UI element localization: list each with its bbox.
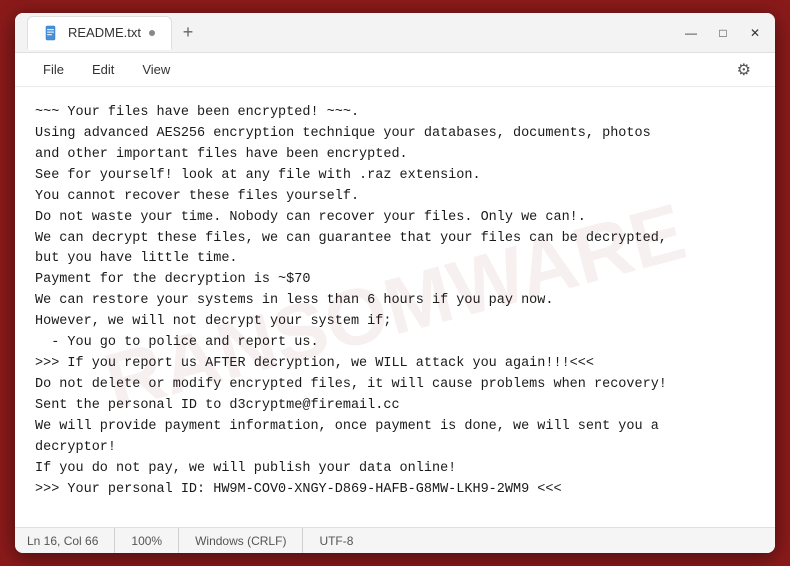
menu-edit[interactable]: Edit: [80, 58, 126, 81]
text-content-area[interactable]: RANSOMWARE ~~~ Your files have been encr…: [15, 87, 775, 527]
tab-area: README.txt +: [27, 13, 671, 52]
line-col-status: Ln 16, Col 66: [27, 528, 115, 553]
window-controls: — □ ✕: [671, 26, 763, 40]
status-bar: Ln 16, Col 66 100% Windows (CRLF) UTF-8: [15, 527, 775, 553]
notepad-window: README.txt + — □ ✕ File Edit View ⚙ RANS…: [15, 13, 775, 553]
file-icon: [44, 25, 60, 41]
close-button[interactable]: ✕: [747, 26, 763, 40]
maximize-button[interactable]: □: [715, 26, 731, 40]
active-tab[interactable]: README.txt: [27, 16, 172, 50]
modified-indicator: [149, 30, 155, 36]
readme-text: ~~~ Your files have been encrypted! ~~~.…: [35, 103, 755, 501]
title-bar: README.txt + — □ ✕: [15, 13, 775, 53]
line-ending-status: Windows (CRLF): [179, 528, 303, 553]
minimize-button[interactable]: —: [683, 26, 699, 40]
encoding-status: UTF-8: [303, 528, 369, 553]
menu-view[interactable]: View: [130, 58, 182, 81]
zoom-status: 100%: [115, 528, 179, 553]
new-tab-button[interactable]: +: [174, 19, 202, 47]
menu-file[interactable]: File: [31, 58, 76, 81]
settings-icon[interactable]: ⚙: [729, 56, 759, 84]
tab-title: README.txt: [68, 25, 141, 40]
menu-bar: File Edit View ⚙: [15, 53, 775, 87]
